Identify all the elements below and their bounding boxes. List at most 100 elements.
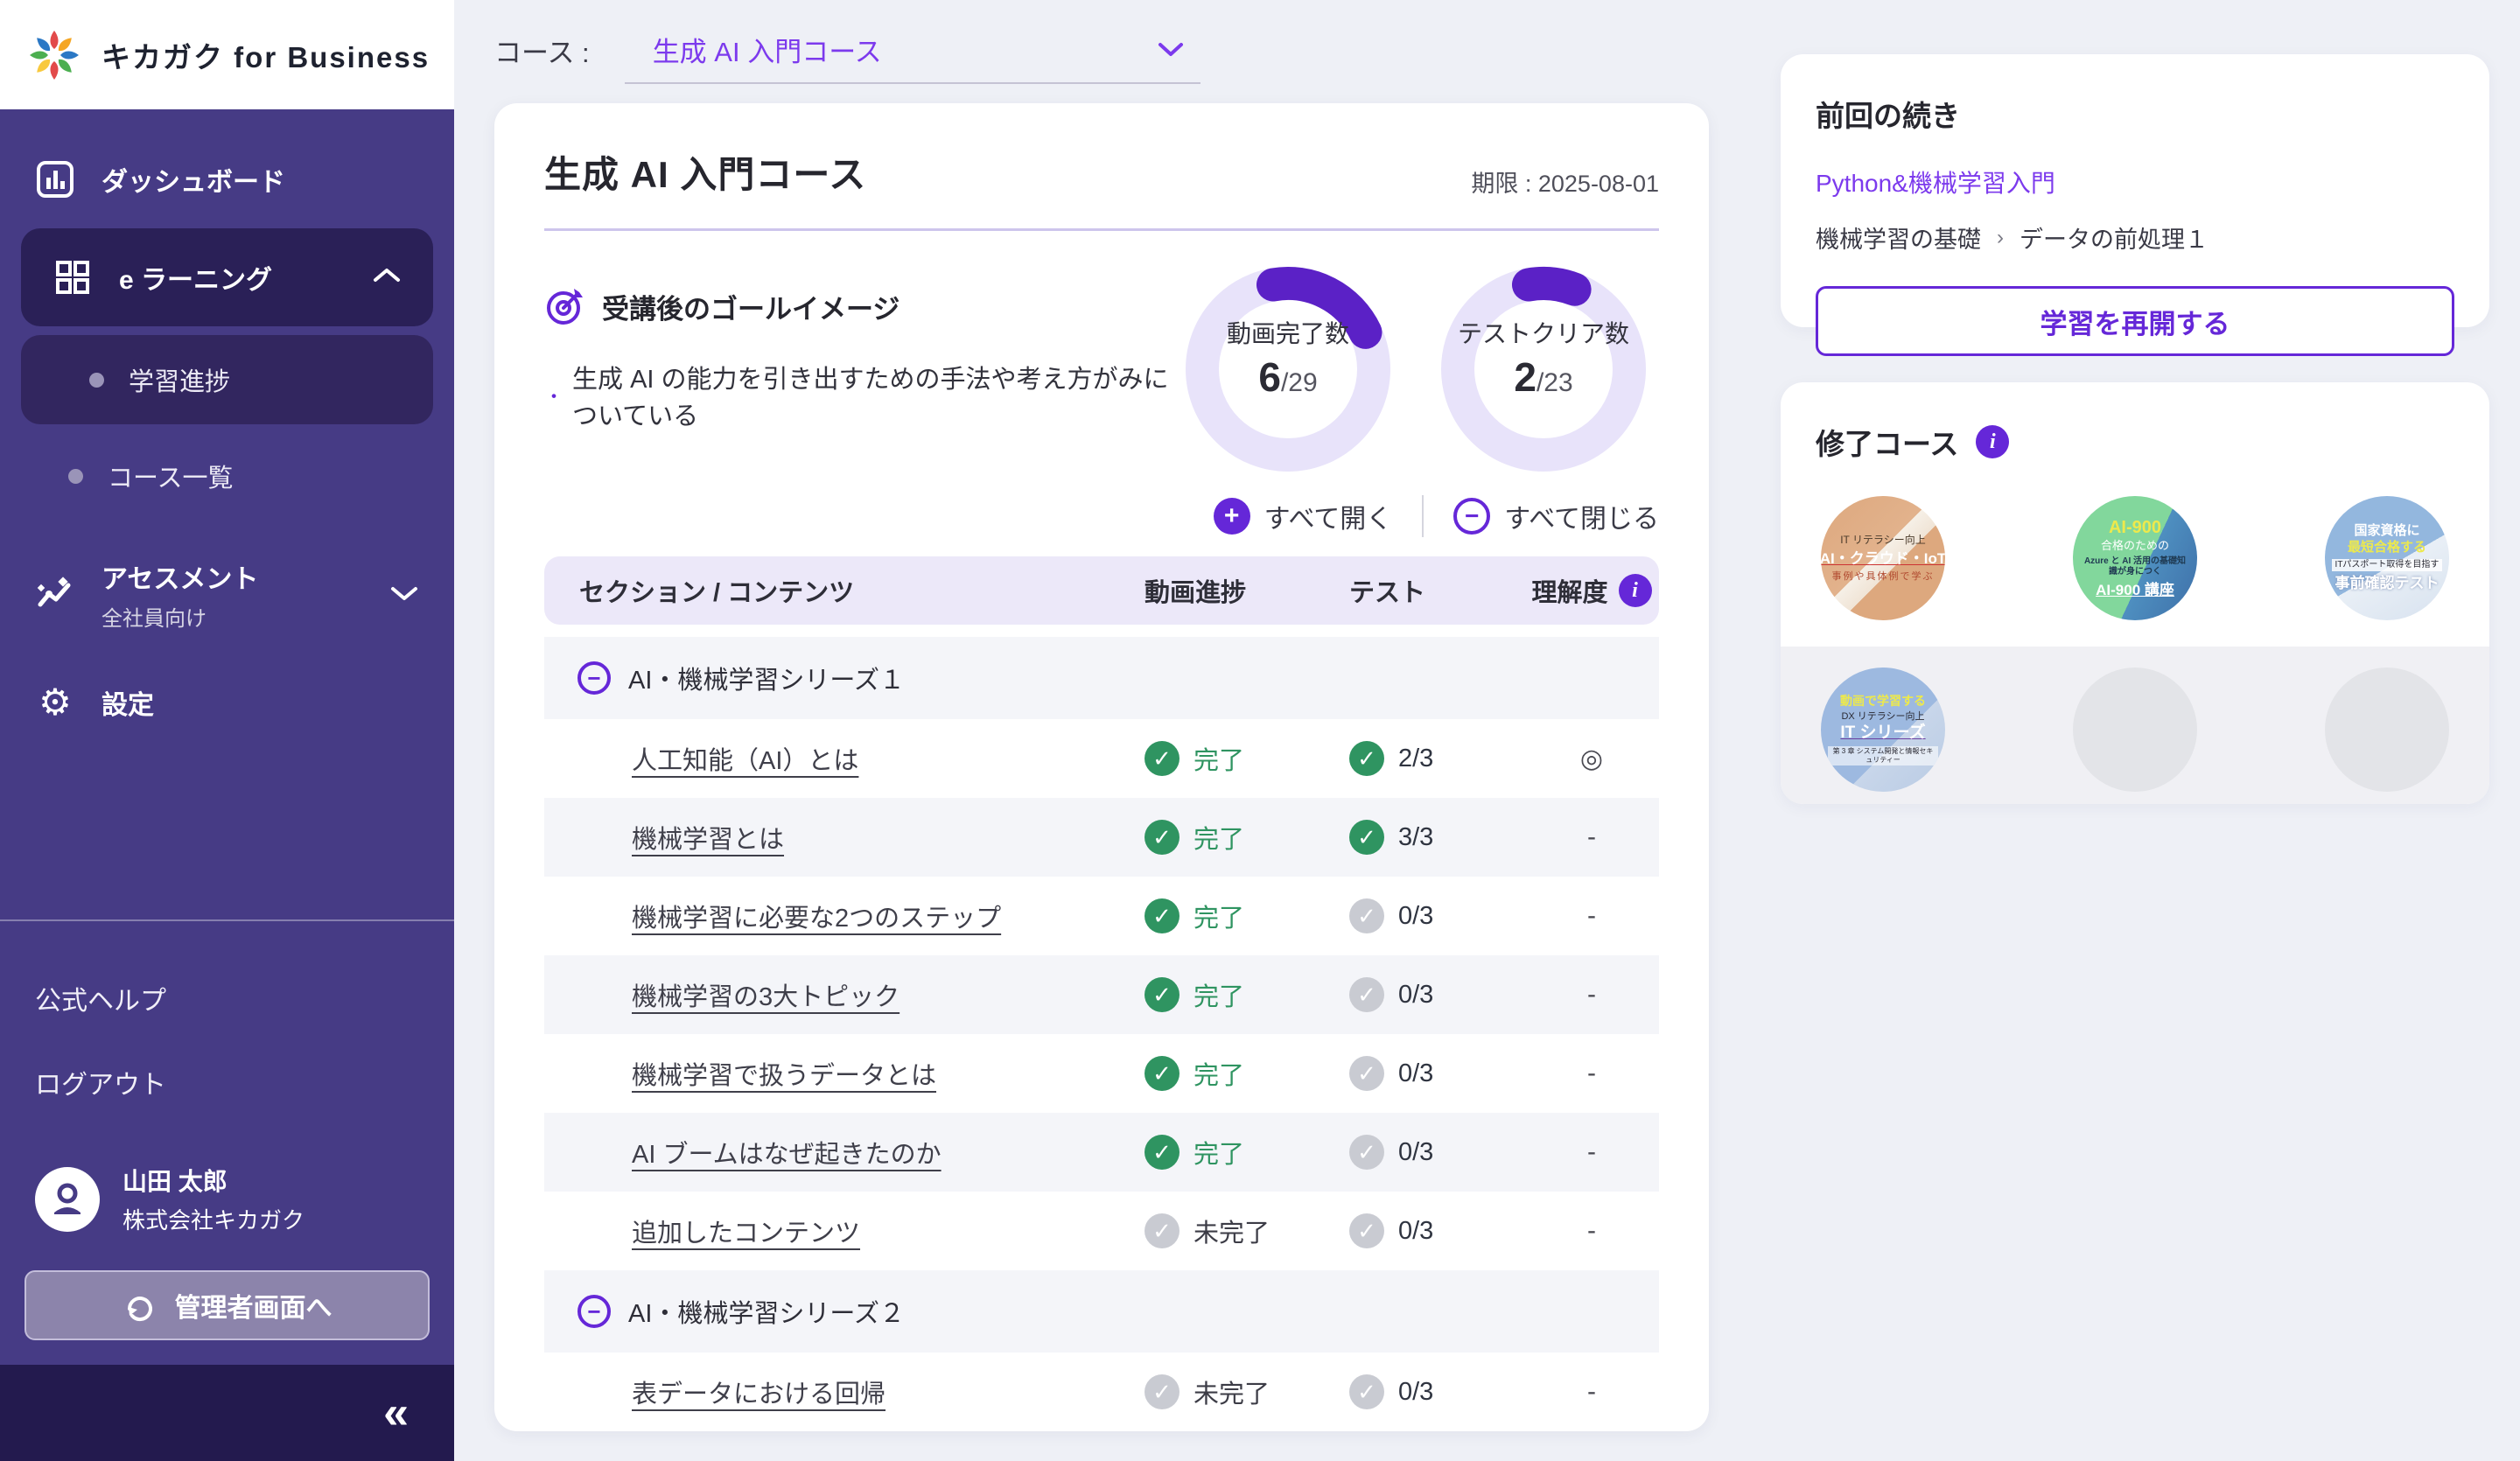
video-progress-label: 未完了 — [1194, 1374, 1270, 1410]
collapse-sidebar-icon[interactable]: « — [383, 1390, 409, 1436]
donut-tests-cleared: テストクリア数 2/23 — [1440, 266, 1647, 472]
grid-icon — [52, 259, 93, 296]
table-content-row: 機械学習の3大トピック✓完了✓0/3- — [544, 955, 1659, 1034]
completed-courses-card: 修了コース i IT リテラシー向上AI・クラウド・IoT事例や具体例で学ぶ AI… — [1781, 382, 2489, 804]
sidebar-item-sublabel: 全社員向け — [102, 601, 363, 632]
trending-sparkle-icon — [35, 575, 75, 615]
video-progress-label: 完了 — [1194, 819, 1244, 856]
course-select-label: コース : — [494, 31, 590, 70]
course-select[interactable]: 生成 AI 入門コース — [625, 17, 1200, 84]
badge-text-line: 事例や具体例で学ぶ — [1832, 571, 1935, 584]
content-link[interactable]: 機械学習に必要な2つのステップ — [632, 905, 1001, 933]
test-cell: ✓ 0/3 — [1349, 977, 1524, 1012]
bullet-dot-icon — [89, 373, 104, 388]
badge-text-line: 事前確認テスト — [2335, 574, 2440, 592]
info-icon[interactable]: i — [1976, 425, 2009, 458]
completed-course-badge[interactable]: 動画で学習するDX リテラシー向上IT シリーズ第 3 章 システム開発と情報セ… — [1821, 668, 1945, 792]
collapse-all-button[interactable]: − すべて閉じる — [1453, 497, 1659, 535]
check-circle-gray-icon: ✓ — [1349, 1374, 1384, 1409]
divider — [1422, 495, 1424, 537]
content-link[interactable]: 機械学習で扱うデータとは — [632, 1062, 936, 1090]
help-link[interactable]: 公式ヘルプ — [0, 956, 454, 1040]
column-header-video: 動画進捗 — [1144, 572, 1349, 609]
badge-row-2: 動画で学習するDX リテラシー向上IT シリーズ第 3 章 システム開発と情報セ… — [1781, 647, 2489, 804]
table-content-row: 追加したコンテンツ✓未完了✓0/3- — [544, 1192, 1659, 1270]
completed-course-badge[interactable]: IT リテラシー向上AI・クラウド・IoT事例や具体例で学ぶ — [1821, 496, 1945, 620]
bullet-dot-icon — [68, 469, 83, 484]
logo-text: キカガク for Business — [102, 34, 430, 76]
test-score-label: 0/3 — [1398, 902, 1433, 931]
content-link[interactable]: 追加したコンテンツ — [632, 1220, 860, 1248]
section-title: AI・機械学習シリーズ１ — [628, 660, 905, 696]
video-progress-label: 完了 — [1194, 1134, 1244, 1171]
bullet: ・ — [544, 381, 564, 409]
video-progress-cell: ✓未完了 — [1144, 1213, 1349, 1249]
sidebar-item-elearning[interactable]: e ラーニング — [21, 228, 433, 326]
expand-all-button[interactable]: + すべて開く — [1214, 497, 1393, 535]
badge-text-line: DX リテラシー向上 — [1841, 711, 1924, 724]
collapse-section-icon[interactable]: − — [578, 661, 611, 695]
donut-label: 動画完了数 — [1227, 315, 1349, 350]
continue-course-link[interactable]: Python&機械学習入門 — [1816, 164, 2454, 199]
collapse-section-icon[interactable]: − — [578, 1295, 611, 1328]
sidebar-group-elearning: e ラーニング — [21, 228, 433, 326]
video-progress-cell: ✓完了 — [1144, 1134, 1349, 1171]
donut-total: /23 — [1536, 368, 1573, 397]
test-score-label: 0/3 — [1398, 1217, 1433, 1246]
resume-learning-button[interactable]: 学習を再開する — [1816, 286, 2454, 356]
test-cell: ✓2/3 — [1349, 741, 1524, 776]
content-link[interactable]: AI ブームはなぜ起きたのか — [632, 1141, 942, 1169]
badge-text-line: 最短合格する — [2348, 540, 2426, 556]
chevron-down-icon — [1157, 41, 1185, 59]
topbar: コース : 生成 AI 入門コース — [494, 0, 1200, 101]
sidebar-item-assessment[interactable]: アセスメント 全社員向け — [0, 533, 454, 656]
admin-screen-button[interactable]: 管理者画面へ — [24, 1270, 430, 1340]
badge-text-line: IT シリーズ — [1840, 723, 1925, 744]
table-content-row: 表データにおける回帰 ✓ 未完了 ✓0/3- — [544, 1353, 1659, 1431]
divider — [544, 228, 1659, 231]
user-info: 山田 太郎 株式会社キカガク — [122, 1163, 304, 1235]
course-deadline: 期限 : 2025-08-01 — [1471, 164, 1659, 199]
continue-card: 前回の続き Python&機械学習入門 機械学習の基礎 › データの前処理１ 学… — [1781, 54, 2489, 327]
understanding-cell: - — [1524, 1059, 1659, 1088]
table-content-row: 機械学習に必要な2つのステップ✓完了✓0/3- — [544, 877, 1659, 955]
content-link[interactable]: 機械学習の3大トピック — [632, 983, 900, 1011]
donut-value: 6 — [1258, 354, 1281, 400]
badge-row-1: IT リテラシー向上AI・クラウド・IoT事例や具体例で学ぶ AI-900合格のた… — [1781, 496, 2489, 620]
breadcrumb-content: データの前処理１ — [2020, 220, 2208, 255]
completed-course-badge[interactable]: AI-900合格のためのAzure と AI 活用の基礎知識が身につくAI-90… — [2073, 496, 2197, 620]
course-progress-card: 生成 AI 入門コース 期限 : 2025-08-01 受講後のゴールイメージ … — [494, 103, 1709, 1431]
logout-link[interactable]: ログアウト — [0, 1040, 454, 1124]
check-circle-gray-icon: ✓ — [1349, 1056, 1384, 1091]
sidebar-item-learning-progress[interactable]: 学習進捗 — [21, 335, 433, 424]
completed-card-title: 修了コース — [1816, 421, 1958, 463]
content-link[interactable]: 人工知能（AI）とは — [632, 747, 858, 775]
continue-card-title: 前回の続き — [1816, 93, 2454, 135]
sidebar-item-dashboard[interactable]: ダッシュボード — [0, 136, 454, 223]
goal-title: 受講後のゴールイメージ — [602, 287, 900, 326]
understanding-cell: - — [1524, 1137, 1659, 1167]
badge-text-line: Azure と AI 活用の基礎知識が身につく — [2082, 556, 2188, 578]
sidebar-item-course-list[interactable]: コース一覧 — [0, 431, 454, 521]
test-cell: ✓0/3 — [1349, 1374, 1524, 1409]
sidebar-item-label: 設定 — [102, 683, 154, 722]
completed-course-badge[interactable]: 国家資格に最短合格するITパスポート取得を目指す事前確認テスト — [2325, 496, 2449, 620]
sidebar-item-settings[interactable]: ⚙ 設定 — [0, 656, 454, 748]
course-select-value: 生成 AI 入門コース — [653, 30, 1157, 69]
sidebar-links: 公式ヘルプ ログアウト — [0, 921, 454, 1133]
content-link[interactable]: 表データにおける回帰 — [632, 1381, 886, 1409]
understanding-cell: ◎ — [1524, 744, 1659, 774]
chevron-down-icon — [389, 580, 419, 610]
course-title: 生成 AI 入門コース — [544, 145, 866, 199]
badge-text-line: 第 3 章 システム開発と情報セキュリティー — [1828, 746, 1938, 765]
logo-area: キカガク for Business — [0, 0, 454, 109]
test-score-label: 0/3 — [1398, 981, 1433, 1010]
video-progress-label: 完了 — [1194, 898, 1244, 934]
understanding-cell: - — [1524, 1377, 1659, 1407]
table-content-row: AI ブームはなぜ起きたのか✓完了✓0/3- — [544, 1113, 1659, 1192]
check-circle-gray-icon: ✓ — [1349, 977, 1384, 1012]
content-link[interactable]: 機械学習とは — [632, 826, 784, 854]
expand-collapse-controls: + すべて開く − すべて閉じる — [544, 495, 1659, 537]
column-header-section: セクション / コンテンツ — [544, 572, 1144, 609]
info-icon[interactable]: i — [1619, 574, 1652, 607]
